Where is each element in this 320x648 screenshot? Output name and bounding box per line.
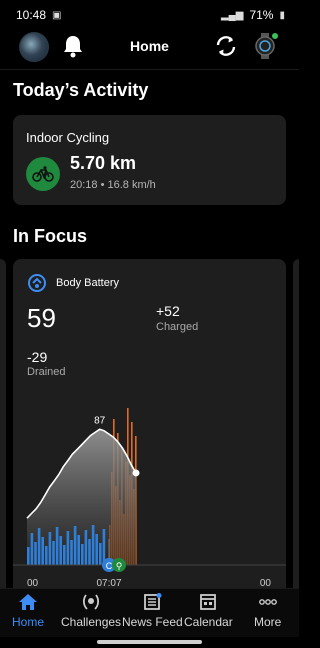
body-battery-card[interactable]: Body Battery 59 +52 Charged -29 Drained … bbox=[13, 259, 286, 599]
charged-value: +52 bbox=[156, 303, 180, 319]
todays-activity-title: Today’s Activity bbox=[13, 80, 149, 100]
sleep-bar bbox=[55, 527, 59, 565]
charged-label: Charged bbox=[156, 321, 199, 333]
svg-text:C: C bbox=[106, 561, 113, 571]
sync-icon[interactable] bbox=[214, 34, 238, 58]
activity-meta: 20:18 • 16.8 km/h bbox=[70, 179, 156, 191]
nav-news-feed-label: News Feed bbox=[122, 615, 183, 629]
sleep-bar bbox=[81, 544, 84, 565]
sleep-bar bbox=[66, 531, 70, 565]
sleep-bar bbox=[91, 525, 95, 565]
peak-label: 87 bbox=[94, 415, 106, 426]
nav-more[interactable]: More bbox=[254, 593, 281, 629]
bottom-nav: Home Challenges News Feed Calendar More bbox=[0, 588, 299, 637]
body-battery-value: 59 bbox=[27, 303, 56, 333]
nav-challenges-label: Challenges bbox=[61, 615, 122, 629]
battery-level: 71% bbox=[249, 8, 274, 22]
activity-card[interactable]: Indoor Cycling 5.70 km 20:18 • 16.8 km/h bbox=[13, 115, 286, 205]
drained-label: Drained bbox=[27, 366, 66, 378]
sleep-bar bbox=[95, 534, 98, 565]
app-header: Home bbox=[0, 30, 299, 66]
cycling-icon bbox=[26, 157, 60, 191]
watch-connected-dot bbox=[272, 33, 278, 39]
sleep-bar bbox=[41, 537, 44, 565]
newsfeed-icon bbox=[144, 593, 162, 610]
activity-distance: 5.70 km bbox=[70, 153, 137, 173]
activity-name: Indoor Cycling bbox=[26, 130, 110, 145]
nav-home[interactable]: Home bbox=[12, 593, 44, 629]
header-divider bbox=[0, 69, 299, 70]
sleep-bar bbox=[37, 528, 41, 565]
nav-news-feed[interactable]: News Feed bbox=[122, 593, 183, 629]
sleep-bar bbox=[45, 546, 48, 565]
sleep-bar bbox=[52, 541, 55, 565]
sleep-bar bbox=[30, 533, 34, 565]
sleep-bar bbox=[99, 543, 102, 565]
sleep-bar bbox=[63, 545, 66, 565]
body-battery-chart: 87 C ⚲ 00 07:07 00 bbox=[13, 408, 286, 589]
nav-calendar-label: Calendar bbox=[184, 615, 233, 629]
battery-icon: ▮ bbox=[279, 9, 285, 21]
body-battery-icon bbox=[28, 274, 46, 292]
sleep-bar bbox=[70, 540, 73, 565]
home-icon bbox=[19, 594, 37, 610]
activity-marker-icon: ⚲ bbox=[112, 558, 126, 572]
previous-card-peek[interactable] bbox=[0, 259, 6, 599]
sleep-bar bbox=[48, 532, 52, 565]
sleep-bar bbox=[34, 542, 37, 565]
status-time: 10:48 bbox=[16, 8, 47, 22]
drained-value: -29 bbox=[27, 349, 48, 365]
chart-end-marker bbox=[132, 469, 140, 477]
notification-icon: ▣ bbox=[52, 9, 62, 21]
nav-calendar[interactable]: Calendar bbox=[184, 593, 233, 629]
status-bar: 10:48 ▣ ▂▄▆ 71% ▮ bbox=[0, 0, 299, 30]
nav-more-label: More bbox=[254, 615, 282, 629]
sleep-bar bbox=[88, 539, 91, 565]
more-icon bbox=[258, 599, 277, 605]
home-indicator bbox=[97, 640, 202, 644]
laurel-icon bbox=[82, 594, 100, 610]
calendar-icon bbox=[200, 594, 217, 610]
signal-icon: ▂▄▆ bbox=[220, 9, 244, 21]
sleep-bar bbox=[84, 530, 88, 565]
sleep-bar bbox=[77, 535, 80, 565]
nav-home-label: Home bbox=[12, 615, 45, 629]
sleep-bar bbox=[27, 547, 30, 565]
in-focus-title: In Focus bbox=[13, 226, 88, 246]
svg-text:⚲: ⚲ bbox=[116, 561, 123, 571]
body-battery-title: Body Battery bbox=[56, 277, 119, 289]
nav-challenges[interactable]: Challenges bbox=[61, 593, 121, 629]
sleep-bar bbox=[59, 536, 62, 565]
sleep-bar bbox=[73, 526, 77, 565]
next-card-peek[interactable] bbox=[293, 259, 299, 599]
